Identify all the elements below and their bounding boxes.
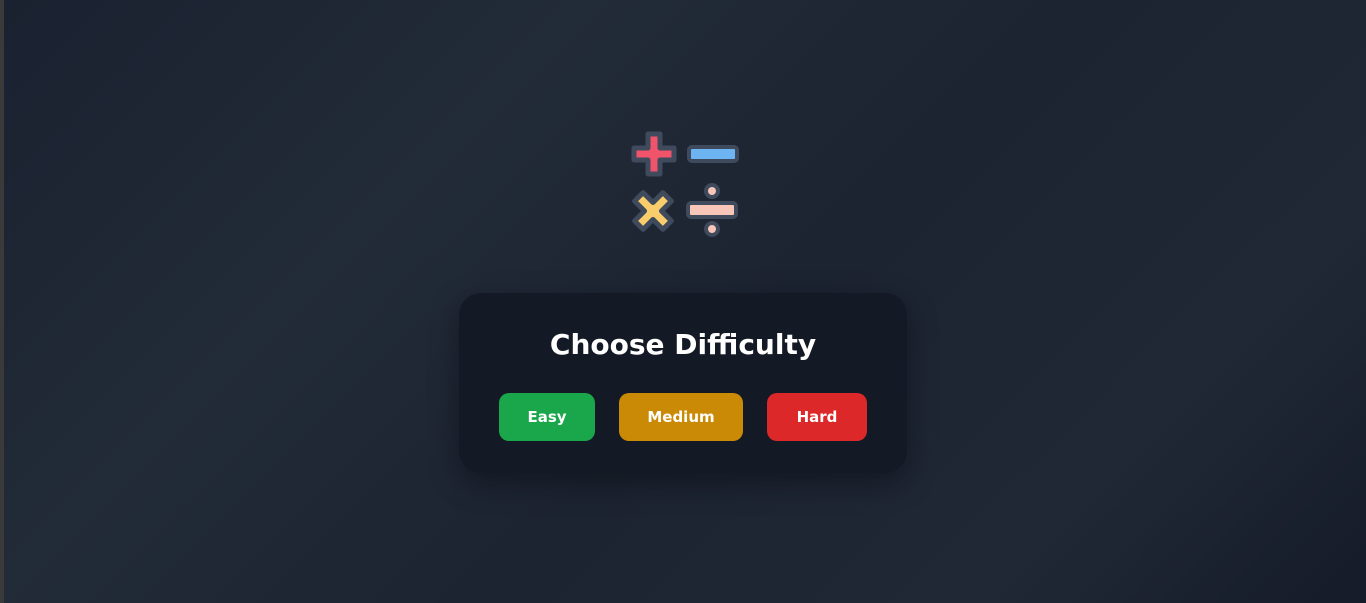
math-operators-logo [631, 131, 739, 237]
difficulty-card: Choose Difficulty Easy Medium Hard [459, 293, 907, 473]
divide-icon [686, 183, 738, 237]
window-edge [0, 0, 4, 603]
medium-button[interactable]: Medium [619, 393, 743, 441]
hard-button[interactable]: Hard [767, 393, 867, 441]
difficulty-title: Choose Difficulty [549, 328, 817, 361]
plus-icon [631, 131, 677, 177]
easy-button[interactable]: Easy [499, 393, 595, 441]
multiply-icon [632, 190, 674, 232]
minus-icon [687, 145, 739, 163]
